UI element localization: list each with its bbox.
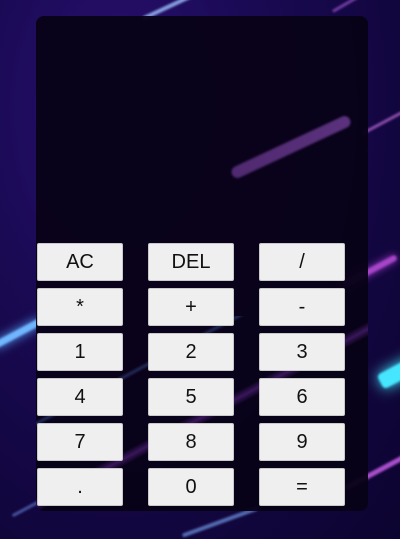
plus-button[interactable]: + xyxy=(148,288,234,326)
multiply-button[interactable]: * xyxy=(37,288,123,326)
digit-0-button[interactable]: 0 xyxy=(148,468,234,506)
calculator: AC DEL / * + - 1 2 3 4 5 6 7 8 9 . 0 = xyxy=(36,16,368,511)
clear-all-button[interactable]: AC xyxy=(37,243,123,281)
divide-button[interactable]: / xyxy=(259,243,345,281)
calculator-display xyxy=(36,16,368,240)
equals-button[interactable]: = xyxy=(259,468,345,506)
digit-6-button[interactable]: 6 xyxy=(259,378,345,416)
digit-2-button[interactable]: 2 xyxy=(148,333,234,371)
keypad: AC DEL / * + - 1 2 3 4 5 6 7 8 9 . 0 = xyxy=(36,243,368,509)
minus-button[interactable]: - xyxy=(259,288,345,326)
delete-button[interactable]: DEL xyxy=(148,243,234,281)
digit-4-button[interactable]: 4 xyxy=(37,378,123,416)
digit-9-button[interactable]: 9 xyxy=(259,423,345,461)
neon-streak xyxy=(376,356,400,390)
digit-1-button[interactable]: 1 xyxy=(37,333,123,371)
digit-7-button[interactable]: 7 xyxy=(37,423,123,461)
neon-streak xyxy=(331,0,369,13)
decimal-point-button[interactable]: . xyxy=(37,468,123,506)
digit-3-button[interactable]: 3 xyxy=(259,333,345,371)
neon-streak xyxy=(181,506,259,538)
digit-8-button[interactable]: 8 xyxy=(148,423,234,461)
digit-5-button[interactable]: 5 xyxy=(148,378,234,416)
